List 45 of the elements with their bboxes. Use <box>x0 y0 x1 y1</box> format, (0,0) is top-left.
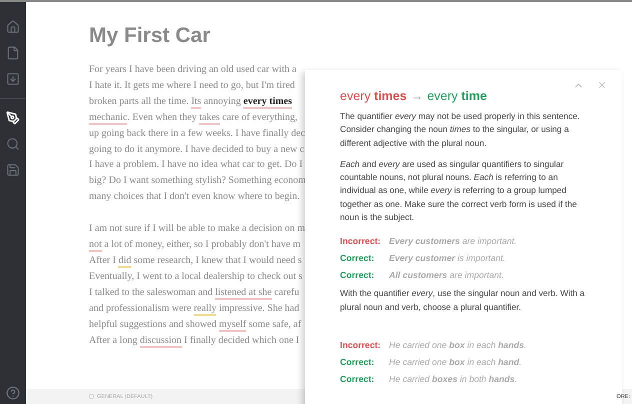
text-line: up going back there in a few weeks. I have finally dec <box>89 126 306 141</box>
text-line: I am not sure if I will be able to make a decision on m <box>89 222 306 236</box>
home-icon[interactable] <box>6 20 20 34</box>
example-sentence: He carried boxes in both hands. <box>389 374 518 384</box>
verdict-label: Correct: <box>340 253 376 264</box>
verdict-label: Correct: <box>340 374 376 384</box>
text-line: I have a problem. I have no idea what car to get. Do I <box>89 158 303 172</box>
verdict-label: Incorrect: <box>340 340 382 350</box>
text-line: Eventually, I went to a local dealership to check out s <box>89 270 302 284</box>
example-sentence: Every customers are important. <box>389 236 517 246</box>
text-line: After I did some research, I knew that I would need s <box>89 254 302 269</box>
verdict-label: Correct: <box>340 356 376 367</box>
text-line: helpful suggestions and showed myself some safe, af <box>89 318 302 332</box>
download-icon[interactable] <box>6 72 20 86</box>
explanation-text: Each and every are used as singular quantifiers to singular countable nouns, not plural nouns. Each is referring to an individual as one, while every is referring to a group lumped together as one. Make sure the correct verb form is used if the noun is the subject. <box>340 158 578 224</box>
wrong-phrase: every times <box>340 89 407 103</box>
explanation-text: With the quantifier every, use the singular noun and verb. With a plural noun and verb, choose a plural quantifier. <box>340 287 586 314</box>
text-line: going to do it anymore. I have decided to buy a new c <box>89 142 304 157</box>
document-title: My First Car <box>89 24 210 48</box>
text-line: not a lot of money, either, so I probably don't have m <box>89 238 301 253</box>
document-icon[interactable] <box>6 46 20 60</box>
help-icon[interactable] <box>6 386 20 400</box>
text-line: broken parts all the time. Its annoying every times <box>89 94 292 110</box>
explanation-text: The quantifier every may not be used properly in this sentence. Consider changing the noun times to the singular, or using a different adjective with the plural noun. <box>340 110 581 150</box>
example-sentence: He carried one box in each hand. <box>389 356 522 367</box>
text-line: mechanic. Even when they takes care of everything, <box>89 110 298 126</box>
text-line: and professionalism were really impressive. She had <box>89 302 300 317</box>
style-icon <box>89 394 94 399</box>
close-icon[interactable] <box>597 80 607 90</box>
search-icon[interactable] <box>6 137 20 151</box>
verdict-label: Incorrect: <box>340 236 382 246</box>
example-sentence: All customers are important. <box>389 270 504 280</box>
pen-icon[interactable] <box>6 111 20 125</box>
example-sentence: He carried one box in each hands. <box>389 340 526 350</box>
text-line: I hate it. It gets me where I need to go, but I'm tired <box>89 78 295 93</box>
save-icon[interactable] <box>6 163 20 177</box>
text-line: many choices that I don't even know where to begin. <box>89 190 300 204</box>
replacement-phrase[interactable]: every time <box>427 89 487 103</box>
text-line: For years I have been driving an old used car with a <box>89 63 296 77</box>
text-line: After a long discussion I finally decided which one I <box>89 334 300 348</box>
arrow-glyph: → <box>410 89 424 103</box>
text-line: I talked to the saleswoman and listened at she carefu <box>89 286 300 301</box>
text-line: big? Do I want something stylish? Something econom <box>89 174 306 188</box>
verdict-label: Correct: <box>340 270 376 280</box>
example-sentence: Every customer is important. <box>389 253 506 264</box>
